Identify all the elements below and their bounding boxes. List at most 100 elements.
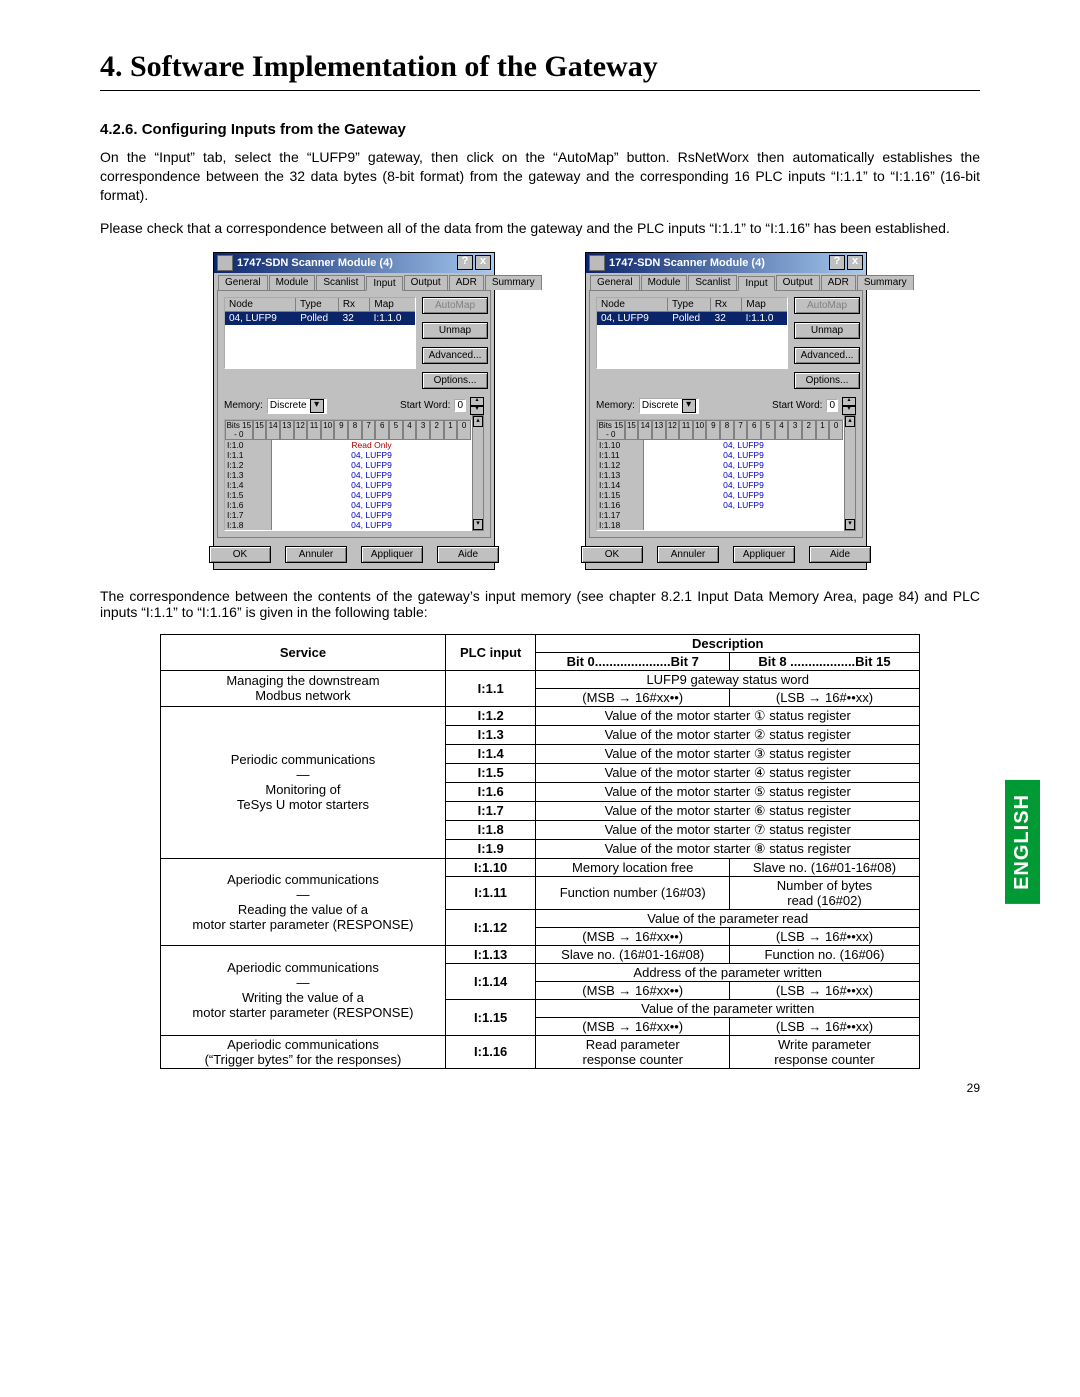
- tab-summary[interactable]: Summary: [485, 275, 542, 290]
- grid-row[interactable]: I:1.1304, LUFP9: [597, 470, 843, 480]
- help-icon[interactable]: ?: [829, 255, 845, 270]
- grid-row[interactable]: I:1.1204, LUFP9: [597, 460, 843, 470]
- tab-summary[interactable]: Summary: [857, 275, 914, 290]
- tab-adr[interactable]: ADR: [821, 275, 856, 290]
- cancel-button[interactable]: Annuler: [657, 546, 719, 563]
- automap-button[interactable]: AutoMap: [794, 297, 860, 314]
- grid-row[interactable]: I:1.304, LUFP9: [225, 470, 471, 480]
- grid-row[interactable]: I:1.804, LUFP9: [225, 520, 471, 530]
- advanced-button[interactable]: Advanced...: [422, 347, 488, 364]
- help-icon[interactable]: ?: [457, 255, 473, 270]
- tab-input[interactable]: Input: [738, 276, 774, 291]
- options-button[interactable]: Options...: [794, 372, 860, 389]
- tabstrip: General Module Scanlist Input Output ADR…: [586, 273, 866, 290]
- grid-row[interactable]: I:1.704, LUFP9: [225, 510, 471, 520]
- tab-input[interactable]: Input: [366, 276, 402, 291]
- node-row-selected[interactable]: 04, LUFP9 Polled 32 I:1.1.0: [597, 312, 787, 325]
- grid-row[interactable]: I:1.1404, LUFP9: [597, 480, 843, 490]
- cancel-button[interactable]: Annuler: [285, 546, 347, 563]
- grid-row[interactable]: I:1.18.: [597, 520, 843, 530]
- svc-managing: Managing the downstream Modbus network: [161, 670, 446, 706]
- grid-row[interactable]: I:1.1104, LUFP9: [597, 450, 843, 460]
- scroll-down-icon[interactable]: ▾: [473, 519, 483, 530]
- dialog-right: 1747-SDN Scanner Module (4) ? x General …: [585, 252, 867, 570]
- unmap-button[interactable]: Unmap: [422, 322, 488, 339]
- memory-label: Memory:: [224, 400, 263, 411]
- grid-row[interactable]: I:1.604, LUFP9: [225, 500, 471, 510]
- tab-module[interactable]: Module: [269, 275, 316, 290]
- apply-button[interactable]: Appliquer: [361, 546, 423, 563]
- apply-button[interactable]: Appliquer: [733, 546, 795, 563]
- window-title: 1747-SDN Scanner Module (4): [237, 257, 393, 269]
- tab-output[interactable]: Output: [404, 275, 448, 290]
- col-type: Type: [296, 298, 339, 311]
- grid-row[interactable]: I:1.204, LUFP9: [225, 460, 471, 470]
- paragraph-2: Please check that a correspondence betwe…: [100, 219, 980, 238]
- col-node: Node: [225, 298, 296, 311]
- automap-button[interactable]: AutoMap: [422, 297, 488, 314]
- tab-output[interactable]: Output: [776, 275, 820, 290]
- table-caption: The correspondence between the contents …: [100, 588, 980, 620]
- memory-combo[interactable]: Discrete ▾: [267, 398, 327, 414]
- chevron-down-icon[interactable]: ▾: [682, 399, 696, 413]
- scroll-down-icon[interactable]: ▾: [845, 519, 855, 530]
- th-plc: PLC input: [445, 634, 536, 670]
- grid-scrollbar[interactable]: ▴ ▾: [844, 415, 856, 531]
- tabstrip: General Module Scanlist Input Output ADR…: [214, 273, 494, 290]
- startword-spinner[interactable]: ▴▾: [470, 397, 484, 415]
- grid-scrollbar[interactable]: ▴ ▾: [472, 415, 484, 531]
- startword-input[interactable]: 0: [454, 399, 466, 412]
- mapping-grid[interactable]: Bits 15 - 0 1514 1312 1110 98 76 54 32 1…: [596, 419, 844, 531]
- section-heading: 4.2.6. Configuring Inputs from the Gatew…: [100, 121, 980, 138]
- page-number: 29: [967, 1081, 980, 1095]
- scroll-up-icon[interactable]: ▴: [845, 416, 855, 427]
- tab-module[interactable]: Module: [641, 275, 688, 290]
- unmap-button[interactable]: Unmap: [794, 322, 860, 339]
- app-icon: [589, 255, 605, 271]
- svc-trigger: Aperiodic communications (“Trigger bytes…: [161, 1035, 446, 1068]
- grid-row[interactable]: I:1.504, LUFP9: [225, 490, 471, 500]
- advanced-button[interactable]: Advanced...: [794, 347, 860, 364]
- th-bit8-15: Bit 8 ..................Bit 15: [729, 652, 919, 670]
- col-map: Map: [370, 298, 415, 311]
- mapping-table: Service PLC input Description Bit 0.....…: [160, 634, 920, 1069]
- grid-row[interactable]: I:1.404, LUFP9: [225, 480, 471, 490]
- language-tab-english[interactable]: ENGLISH: [1005, 780, 1040, 904]
- node-list[interactable]: Node Type Rx Map 04, LUFP9 Polled 32 I:1…: [224, 297, 416, 369]
- tab-general[interactable]: General: [218, 275, 268, 290]
- chevron-down-icon[interactable]: ▾: [310, 399, 324, 413]
- tab-scanlist[interactable]: Scanlist: [688, 275, 737, 290]
- ok-button[interactable]: OK: [581, 546, 643, 563]
- grid-row[interactable]: I:1.17.: [597, 510, 843, 520]
- svc-aperiodic-write: Aperiodic communications — Writing the v…: [161, 945, 446, 1035]
- mapping-grid[interactable]: Bits 15 - 0 1514 1312 1110 98 76 54 32 1…: [224, 419, 472, 531]
- memory-combo[interactable]: Discrete ▾: [639, 398, 699, 414]
- tab-general[interactable]: General: [590, 275, 640, 290]
- th-service: Service: [161, 634, 446, 670]
- grid-row[interactable]: I:1.1004, LUFP9: [597, 440, 843, 450]
- ok-button[interactable]: OK: [209, 546, 271, 563]
- svc-aperiodic-read: Aperiodic communications — Reading the v…: [161, 858, 446, 945]
- svc-periodic: Periodic communications — Monitoring of …: [161, 706, 446, 858]
- grid-row[interactable]: I:1.0Read Only: [225, 440, 471, 450]
- startword-input[interactable]: 0: [826, 399, 838, 412]
- node-row-selected[interactable]: 04, LUFP9 Polled 32 I:1.1.0: [225, 312, 415, 325]
- tab-adr[interactable]: ADR: [449, 275, 484, 290]
- grid-row[interactable]: I:1.1604, LUFP9: [597, 500, 843, 510]
- titlebar[interactable]: 1747-SDN Scanner Module (4) ? x: [214, 253, 494, 273]
- scroll-up-icon[interactable]: ▴: [473, 416, 483, 427]
- tab-scanlist[interactable]: Scanlist: [316, 275, 365, 290]
- th-bit0-7: Bit 0.....................Bit 7: [536, 652, 730, 670]
- titlebar[interactable]: 1747-SDN Scanner Module (4) ? x: [586, 253, 866, 273]
- options-button[interactable]: Options...: [422, 372, 488, 389]
- col-rx: Rx: [339, 298, 371, 311]
- grid-row[interactable]: I:1.104, LUFP9: [225, 450, 471, 460]
- close-icon[interactable]: x: [847, 255, 863, 270]
- help-button[interactable]: Aide: [437, 546, 499, 563]
- close-icon[interactable]: x: [475, 255, 491, 270]
- paragraph-1: On the “Input” tab, select the “LUFP9” g…: [100, 148, 980, 205]
- node-list[interactable]: Node Type Rx Map 04, LUFP9 Polled 32 I:1…: [596, 297, 788, 369]
- help-button[interactable]: Aide: [809, 546, 871, 563]
- grid-row[interactable]: I:1.1504, LUFP9: [597, 490, 843, 500]
- startword-spinner[interactable]: ▴▾: [842, 397, 856, 415]
